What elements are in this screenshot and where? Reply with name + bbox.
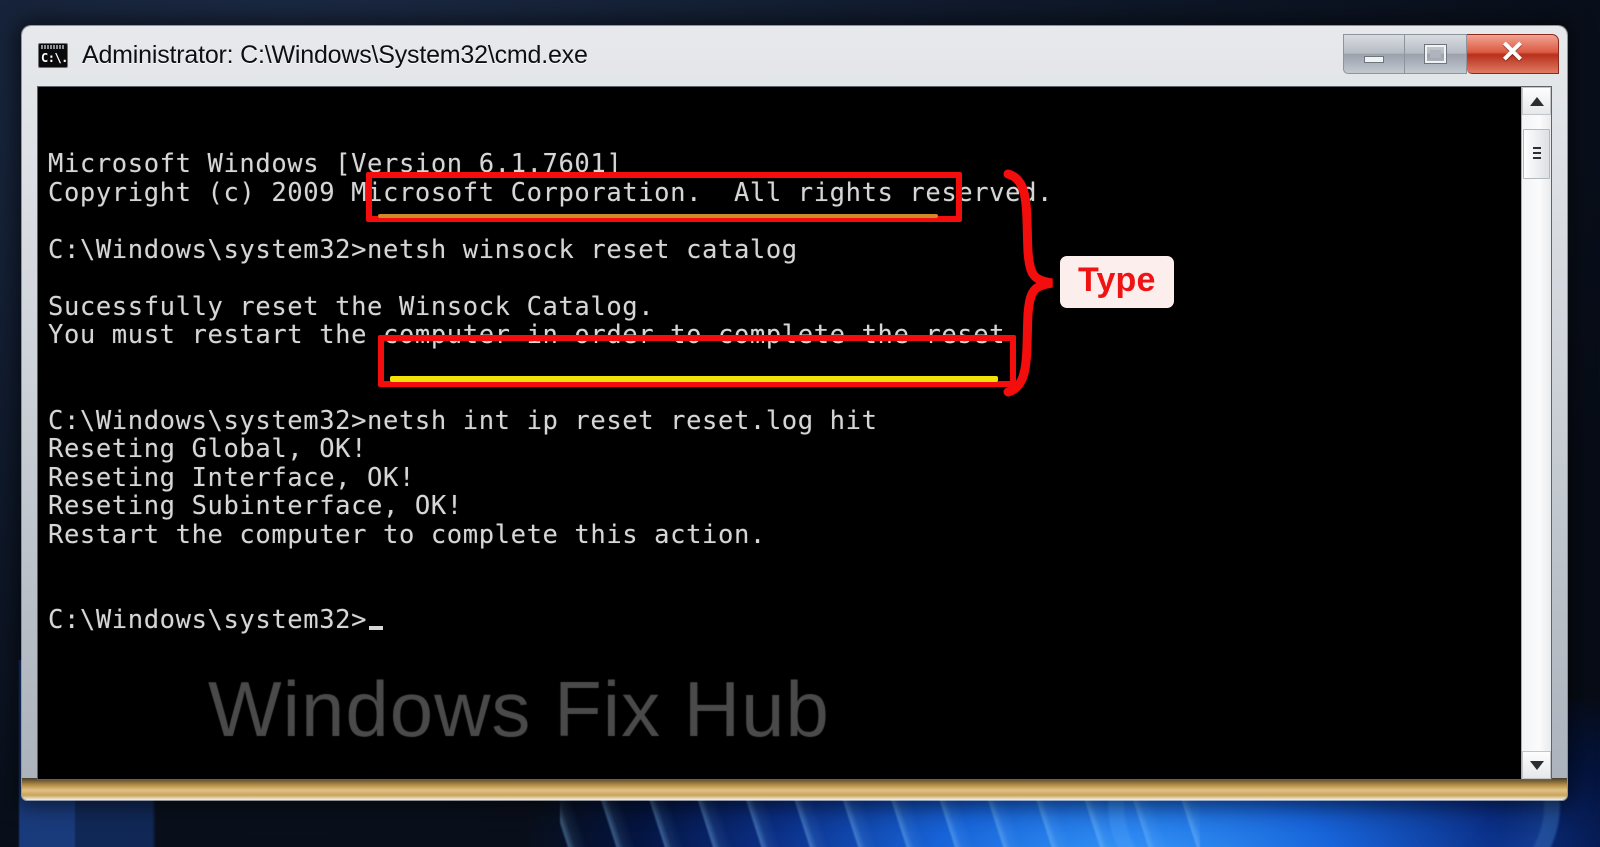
- desktop: C:\. Administrator: C:\Windows\System32\…: [0, 0, 1600, 847]
- console-line: You must restart the computer in order t…: [48, 320, 1022, 350]
- maximize-button[interactable]: [1405, 34, 1467, 74]
- grip-icon: [1532, 147, 1541, 161]
- console-line: Reseting Global, OK!: [48, 434, 368, 464]
- console-line: C:\Windows\system32>: [48, 606, 1521, 635]
- window-controls: ✕: [1343, 34, 1559, 74]
- console-line: C:\Windows\system32>netsh winsock reset …: [48, 234, 798, 265]
- chevron-up-icon: [1529, 96, 1544, 106]
- minimize-icon: [1364, 55, 1384, 63]
- console-line: Microsoft Windows [Version 6.1.7601]: [48, 149, 623, 179]
- console-scrollbar[interactable]: [1521, 87, 1551, 779]
- watermark-text: Windows Fix Hub: [208, 664, 830, 753]
- scroll-down-button[interactable]: [1522, 751, 1551, 779]
- console-output: Microsoft Windows [Version 6.1.7601] Copy…: [38, 87, 1521, 779]
- minimize-button[interactable]: [1343, 34, 1405, 74]
- close-icon: ✕: [1499, 35, 1526, 69]
- console-line: Sucessfully reset the Winsock Catalog.: [48, 291, 655, 322]
- console-line: Reseting Subinterface, OK!: [48, 491, 463, 521]
- window-title: Administrator: C:\Windows\System32\cmd.e…: [82, 40, 588, 69]
- console-line: Copyright (c) 2009 Microsoft Corporation…: [48, 177, 1053, 208]
- console-line: C:\Windows\system32>netsh int ip reset r…: [48, 405, 878, 436]
- scrollbar-thumb[interactable]: [1523, 129, 1550, 179]
- console-line: Restart the computer to complete this ac…: [48, 519, 766, 550]
- scroll-up-button[interactable]: [1522, 87, 1551, 115]
- console-client-area[interactable]: Microsoft Windows [Version 6.1.7601] Copy…: [37, 86, 1552, 780]
- close-button[interactable]: ✕: [1467, 34, 1559, 74]
- maximize-icon: [1424, 44, 1447, 64]
- cmd-icon-titlestripe: [41, 44, 65, 49]
- chevron-down-icon: [1529, 760, 1544, 770]
- title-bar[interactable]: C:\. Administrator: C:\Windows\System32\…: [22, 26, 1567, 84]
- console-lines: Microsoft Windows [Version 6.1.7601] Copy…: [48, 150, 1521, 635]
- cmd-icon-glyph: C:\.: [41, 50, 68, 65]
- text-cursor: [369, 626, 384, 630]
- console-line: Reseting Interface, OK!: [48, 462, 415, 493]
- cmd-icon: C:\.: [38, 42, 68, 68]
- command-prompt-window: C:\. Administrator: C:\Windows\System32\…: [22, 26, 1567, 800]
